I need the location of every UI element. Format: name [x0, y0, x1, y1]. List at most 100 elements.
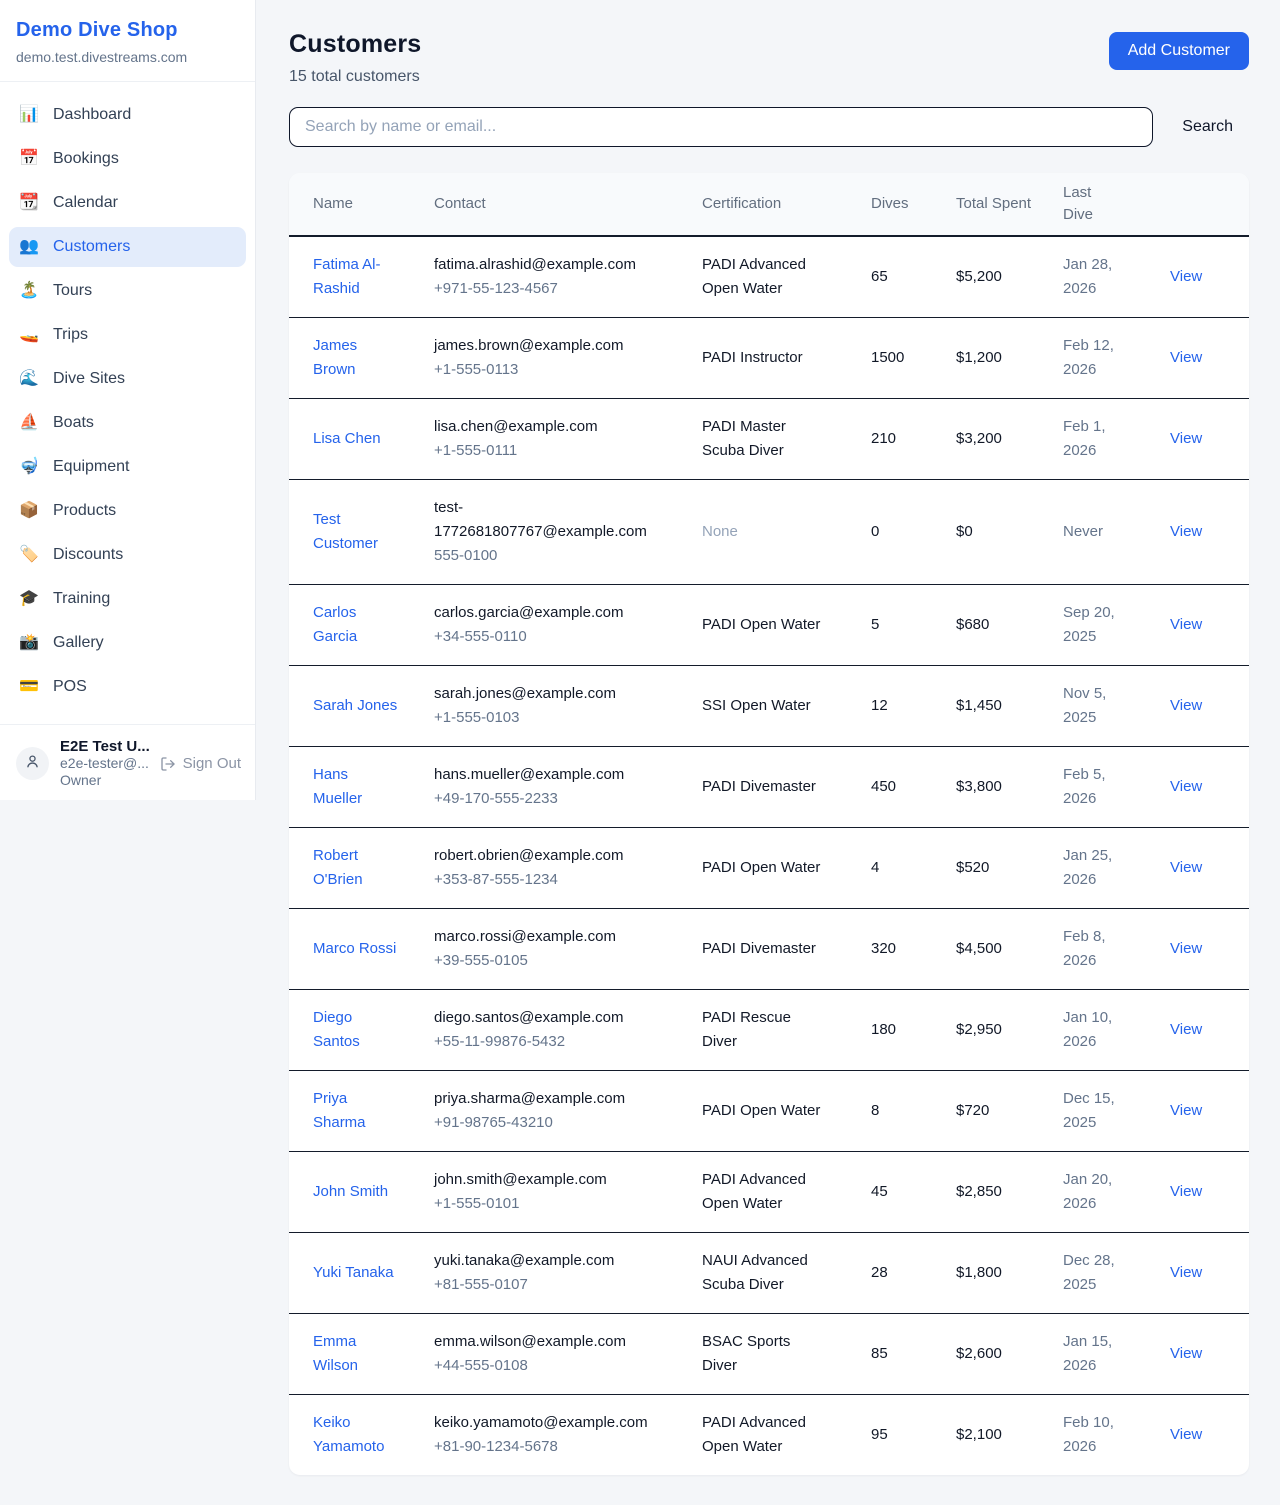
customer-total-spent: $1,450: [956, 697, 1002, 714]
sign-out-button[interactable]: Sign Out: [160, 755, 241, 772]
customer-certification: NAUI Advanced Scuba Diver: [702, 1252, 808, 1293]
customer-last-dive: Dec 28, 2025: [1063, 1252, 1115, 1293]
customer-name-link[interactable]: Emma Wilson: [313, 1333, 358, 1374]
bar-chart-icon: 📊: [18, 104, 40, 126]
sidebar-item-dive-sites[interactable]: 🌊 Dive Sites: [9, 359, 246, 399]
sign-out-label: Sign Out: [183, 755, 241, 772]
customer-last-dive: Dec 15, 2025: [1063, 1090, 1115, 1131]
table-row: Priya Sharma priya.sharma@example.com +9…: [289, 1071, 1249, 1152]
customer-name-link[interactable]: Test Customer: [313, 511, 378, 552]
customer-name-link[interactable]: Hans Mueller: [313, 766, 362, 807]
customer-dives: 450: [871, 778, 896, 795]
sidebar-item-pos[interactable]: 💳 POS: [9, 667, 246, 707]
customer-phone: +971-55-123-4567: [434, 277, 658, 301]
customer-last-dive: Feb 5, 2026: [1063, 766, 1106, 807]
customer-last-dive: Sep 20, 2025: [1063, 604, 1115, 645]
view-link[interactable]: View: [1170, 1183, 1202, 1200]
diving-mask-icon: 🤿: [18, 456, 40, 478]
customer-total-spent: $680: [956, 616, 989, 633]
table-row: Diego Santos diego.santos@example.com +5…: [289, 990, 1249, 1071]
sign-out-icon: [160, 756, 176, 772]
customer-name-link[interactable]: Robert O'Brien: [313, 847, 363, 888]
customer-email: priya.sharma@example.com: [434, 1087, 658, 1111]
shop-domain: demo.test.divestreams.com: [16, 49, 239, 65]
customer-dives: 85: [871, 1345, 888, 1362]
add-customer-button[interactable]: Add Customer: [1109, 32, 1249, 70]
customers-table: Name Contact Certification Dives Total S…: [289, 173, 1249, 1475]
customer-last-dive: Feb 12, 2026: [1063, 337, 1114, 378]
view-link[interactable]: View: [1170, 778, 1202, 795]
customer-name-link[interactable]: Sarah Jones: [313, 697, 397, 714]
sidebar-item-tours[interactable]: 🏝️ Tours: [9, 271, 246, 311]
sidebar-item-equipment[interactable]: 🤿 Equipment: [9, 447, 246, 487]
table-row: John Smith john.smith@example.com +1-555…: [289, 1152, 1249, 1233]
customer-name-link[interactable]: John Smith: [313, 1183, 388, 1200]
view-link[interactable]: View: [1170, 430, 1202, 447]
table-row: Fatima Al-Rashid fatima.alrashid@example…: [289, 236, 1249, 318]
search-row: Search: [289, 107, 1249, 147]
customer-name-link[interactable]: Yuki Tanaka: [313, 1264, 394, 1281]
customer-certification: PADI Advanced Open Water: [702, 1414, 806, 1455]
customer-phone: +1-555-0103: [434, 706, 658, 730]
customer-dives: 5: [871, 616, 879, 633]
customer-name-link[interactable]: Marco Rossi: [313, 940, 396, 957]
sidebar-item-calendar[interactable]: 📆 Calendar: [9, 183, 246, 223]
sidebar-item-products[interactable]: 📦 Products: [9, 491, 246, 531]
view-link[interactable]: View: [1170, 1264, 1202, 1281]
customer-name-link[interactable]: Lisa Chen: [313, 430, 381, 447]
table-row: Sarah Jones sarah.jones@example.com +1-5…: [289, 666, 1249, 747]
search-input[interactable]: [289, 107, 1153, 147]
view-link[interactable]: View: [1170, 1021, 1202, 1038]
customer-total-spent: $2,850: [956, 1183, 1002, 1200]
view-link[interactable]: View: [1170, 859, 1202, 876]
customer-name-link[interactable]: Carlos Garcia: [313, 604, 357, 645]
customer-phone: +44-555-0108: [434, 1354, 658, 1378]
customer-last-dive: Jan 28, 2026: [1063, 256, 1112, 297]
app-root: Demo Dive Shop demo.test.divestreams.com…: [0, 0, 1280, 1505]
wave-icon: 🌊: [18, 368, 40, 390]
view-link[interactable]: View: [1170, 268, 1202, 285]
customer-email: diego.santos@example.com: [434, 1006, 658, 1030]
avatar: [16, 747, 49, 780]
customer-name-link[interactable]: Priya Sharma: [313, 1090, 366, 1131]
island-icon: 🏝️: [18, 280, 40, 302]
sidebar-item-trips[interactable]: 🚤 Trips: [9, 315, 246, 355]
table-row: Marco Rossi marco.rossi@example.com +39-…: [289, 909, 1249, 990]
customer-name-link[interactable]: Keiko Yamamoto: [313, 1414, 384, 1455]
customer-certification: PADI Advanced Open Water: [702, 1171, 806, 1212]
view-link[interactable]: View: [1170, 523, 1202, 540]
sidebar-item-discounts[interactable]: 🏷️ Discounts: [9, 535, 246, 575]
customer-total-spent: $5,200: [956, 268, 1002, 285]
view-link[interactable]: View: [1170, 1102, 1202, 1119]
user-info: E2E Test U... e2e-tester@... Owner: [60, 738, 149, 789]
view-link[interactable]: View: [1170, 349, 1202, 366]
sidebar-item-gallery[interactable]: 📸 Gallery: [9, 623, 246, 663]
sidebar-item-dashboard[interactable]: 📊 Dashboard: [9, 95, 246, 135]
view-link[interactable]: View: [1170, 1426, 1202, 1443]
sidebar-item-training[interactable]: 🎓 Training: [9, 579, 246, 619]
customer-name-link[interactable]: Fatima Al-Rashid: [313, 256, 381, 297]
customer-phone: +1-555-0101: [434, 1192, 658, 1216]
customer-name-link[interactable]: James Brown: [313, 337, 357, 378]
sidebar-header: Demo Dive Shop demo.test.divestreams.com: [0, 0, 255, 82]
view-link[interactable]: View: [1170, 697, 1202, 714]
customer-email: james.brown@example.com: [434, 334, 658, 358]
sidebar: Demo Dive Shop demo.test.divestreams.com…: [0, 0, 256, 800]
sidebar-item-boats[interactable]: ⛵ Boats: [9, 403, 246, 443]
user-icon: [24, 753, 41, 775]
page-title: Customers: [289, 30, 421, 59]
customer-email: emma.wilson@example.com: [434, 1330, 658, 1354]
view-link[interactable]: View: [1170, 940, 1202, 957]
sidebar-item-bookings[interactable]: 📅 Bookings: [9, 139, 246, 179]
customers-table-body: Fatima Al-Rashid fatima.alrashid@example…: [289, 236, 1249, 1475]
sidebar-item-customers[interactable]: 👥 Customers: [9, 227, 246, 267]
table-row: Lisa Chen lisa.chen@example.com +1-555-0…: [289, 399, 1249, 480]
customer-name-link[interactable]: Diego Santos: [313, 1009, 360, 1050]
search-button[interactable]: Search: [1182, 118, 1233, 136]
camera-icon: 📸: [18, 632, 40, 654]
view-link[interactable]: View: [1170, 1345, 1202, 1362]
credit-card-icon: 💳: [18, 676, 40, 698]
customer-certification: SSI Open Water: [702, 697, 811, 714]
view-link[interactable]: View: [1170, 616, 1202, 633]
customer-phone: +81-555-0107: [434, 1273, 658, 1297]
